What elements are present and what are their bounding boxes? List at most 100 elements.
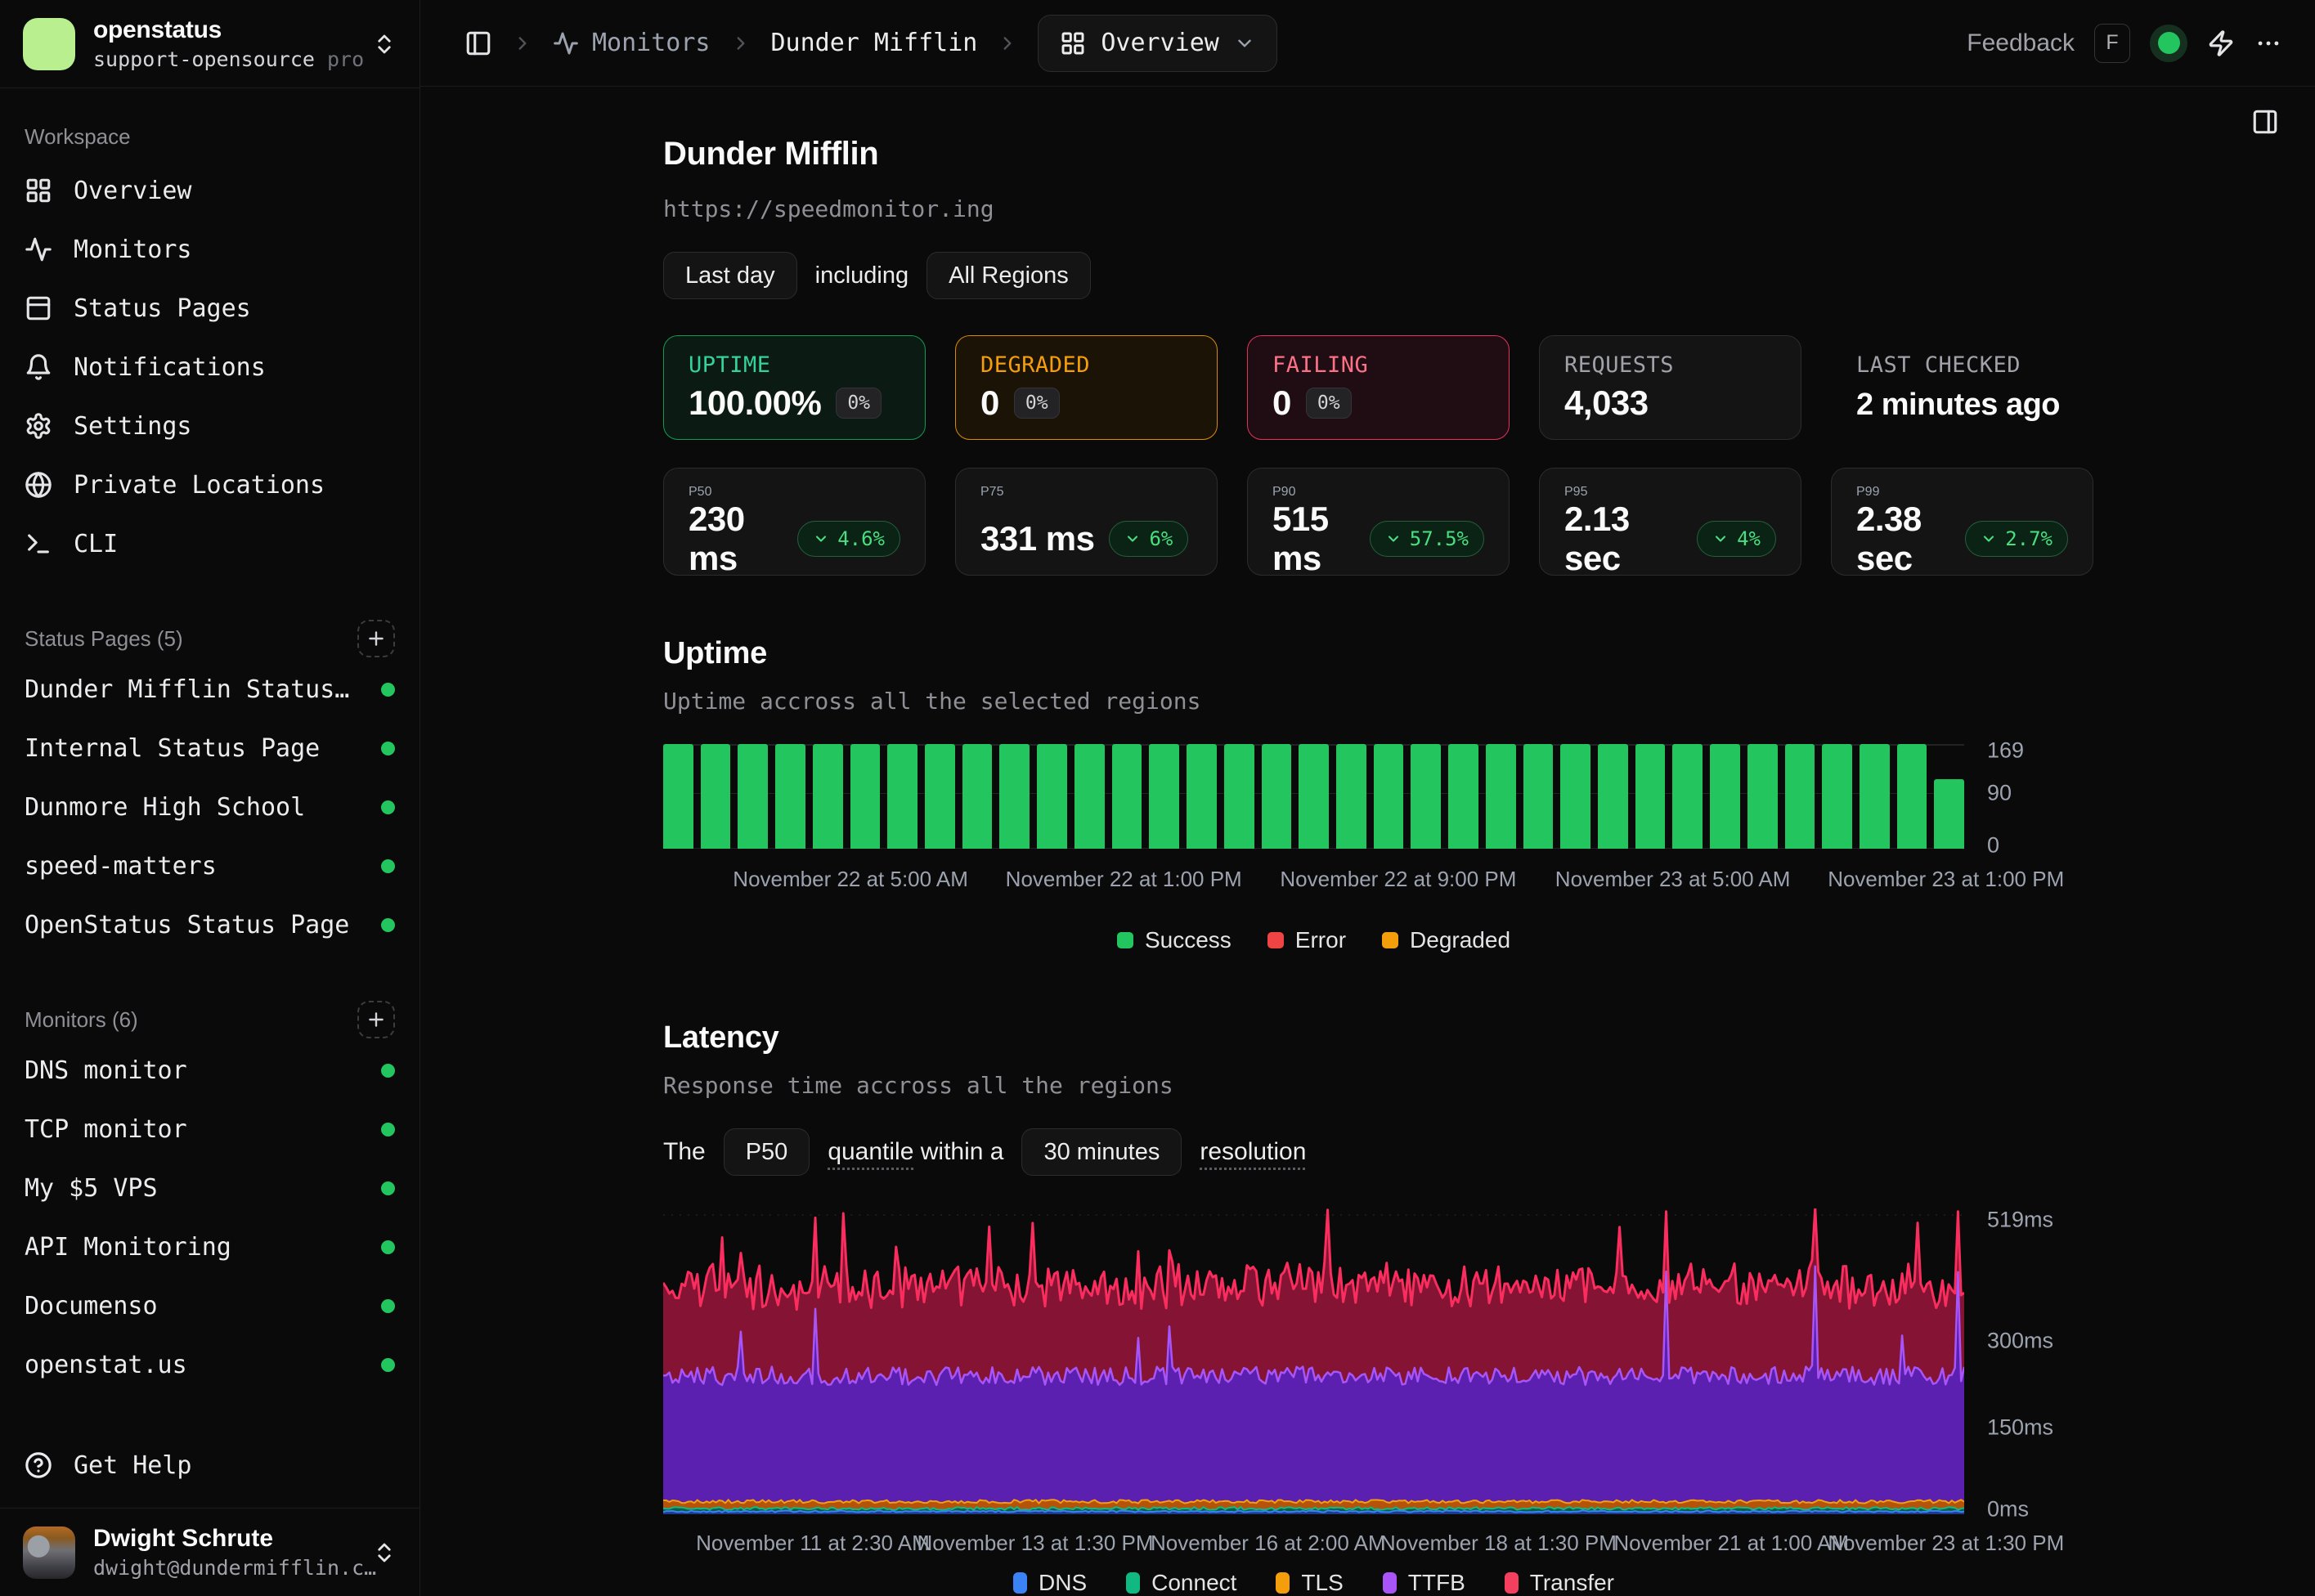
app-root: openstatus support-opensource pro Worksp…: [0, 0, 2315, 1596]
uptime-bar[interactable]: [1149, 744, 1179, 849]
uptime-bar[interactable]: [813, 744, 843, 849]
sidebar-item-overview[interactable]: Overview: [25, 161, 395, 220]
avatar: [23, 1527, 75, 1579]
uptime-bar[interactable]: [1747, 744, 1778, 849]
requests-card[interactable]: REQUESTS 4,033: [1539, 335, 1801, 440]
uptime-bar[interactable]: [925, 744, 955, 849]
uptime-bar[interactable]: [1672, 744, 1703, 849]
list-item[interactable]: TCP monitor: [25, 1100, 395, 1159]
sidebar-item-cli[interactable]: CLI: [25, 514, 395, 573]
sidebar-item-status-pages[interactable]: Status Pages: [25, 279, 395, 338]
regions-filter-button[interactable]: All Regions: [926, 252, 1091, 299]
p90-card[interactable]: P90 515 ms 57.5%: [1247, 468, 1510, 576]
uptime-bar[interactable]: [1448, 744, 1478, 849]
legend-swatch-tls: [1276, 1572, 1290, 1594]
get-help-button[interactable]: Get Help: [0, 1436, 419, 1495]
uptime-bar[interactable]: [1598, 744, 1628, 849]
uptime-bar[interactable]: [1860, 744, 1890, 849]
quantile-select-button[interactable]: P50: [724, 1128, 810, 1176]
uptime-bar[interactable]: [1710, 744, 1740, 849]
uptime-bar[interactable]: [1822, 744, 1852, 849]
uptime-bar[interactable]: [850, 744, 881, 849]
list-item[interactable]: Dunmore High School: [25, 778, 395, 836]
chevron-down-icon: [813, 531, 829, 547]
sidebar-item-label: Overview: [74, 177, 192, 205]
resolution-select-button[interactable]: 30 minutes: [1021, 1128, 1182, 1176]
uptime-bar[interactable]: [663, 744, 693, 849]
uptime-bar[interactable]: [1336, 744, 1366, 849]
uptime-bar[interactable]: [1299, 744, 1329, 849]
list-item[interactable]: openstat.us: [25, 1335, 395, 1394]
list-item[interactable]: OpenStatus Status Page: [25, 895, 395, 954]
panel-right-icon: [2251, 108, 2279, 136]
monitors-section-label: Monitors (6): [25, 1007, 138, 1033]
uptime-bar[interactable]: [1224, 744, 1254, 849]
uptime-bar[interactable]: [1411, 744, 1441, 849]
degraded-card[interactable]: DEGRADED 00%: [955, 335, 1218, 440]
list-item[interactable]: My $5 VPS: [25, 1159, 395, 1217]
list-item[interactable]: speed-matters: [25, 836, 395, 895]
failing-card[interactable]: FAILING 00%: [1247, 335, 1510, 440]
uptime-card[interactable]: UPTIME 100.00%0%: [663, 335, 926, 440]
uptime-bar[interactable]: [1037, 744, 1067, 849]
stats-cards: UPTIME 100.00%0% DEGRADED 00% FAILING 00…: [663, 335, 2093, 440]
workspace-status-indicator[interactable]: [2150, 25, 2187, 62]
percentile-cards: P50 230 ms 4.6% P75 331 ms 6% P90 515 ms…: [663, 468, 2093, 576]
sidebar-toggle-button[interactable]: [464, 29, 492, 57]
uptime-bar[interactable]: [1486, 744, 1516, 849]
uptime-bar[interactable]: [1785, 744, 1815, 849]
p95-card[interactable]: P95 2.13 sec 4%: [1539, 468, 1801, 576]
add-status-page-button[interactable]: [357, 620, 395, 657]
uptime-bar[interactable]: [1374, 744, 1404, 849]
uptime-bar[interactable]: [1075, 744, 1105, 849]
right-panel-toggle-button[interactable]: [2251, 108, 2279, 136]
p99-card[interactable]: P99 2.38 sec 2.7%: [1831, 468, 2093, 576]
monitor-name: Documenso: [25, 1292, 158, 1320]
chevron-down-icon: [1712, 531, 1729, 547]
uptime-bar[interactable]: [1635, 744, 1666, 849]
gear-icon: [25, 412, 52, 440]
sidebar-item-settings[interactable]: Settings: [25, 397, 395, 455]
y-tick: 150ms: [1987, 1415, 2053, 1441]
period-filter-button[interactable]: Last day: [663, 252, 797, 299]
view-selector-button[interactable]: Overview: [1038, 15, 1277, 72]
workspace-switcher[interactable]: openstatus support-opensource pro: [0, 0, 419, 88]
uptime-bar[interactable]: [1560, 744, 1590, 849]
user-menu[interactable]: Dwight Schrute dwight@dundermifflin.c…: [0, 1508, 419, 1596]
workspace-meta: openstatus support-opensource pro: [93, 16, 354, 71]
uptime-bar[interactable]: [1187, 744, 1217, 849]
list-item[interactable]: Documenso: [25, 1276, 395, 1335]
feedback-button[interactable]: Feedback: [1967, 29, 2075, 57]
list-item[interactable]: Internal Status Page: [25, 719, 395, 778]
legend-swatch-success: [1117, 932, 1133, 948]
uptime-bar[interactable]: [701, 744, 731, 849]
sidebar-item-monitors[interactable]: Monitors: [25, 220, 395, 279]
breadcrumb-monitor-name[interactable]: Dunder Mifflin: [771, 29, 978, 57]
sidebar-item-notifications[interactable]: Notifications: [25, 338, 395, 397]
list-item[interactable]: Dunder Mifflin Status …: [25, 660, 395, 719]
p50-card[interactable]: P50 230 ms 4.6%: [663, 468, 926, 576]
uptime-bar[interactable]: [1262, 744, 1292, 849]
chevron-right-icon: [730, 33, 751, 54]
uptime-bar[interactable]: [1934, 779, 1964, 849]
workspace-avatar: [23, 18, 75, 70]
uptime-bar[interactable]: [999, 744, 1030, 849]
sidebar-item-private-locations[interactable]: Private Locations: [25, 455, 395, 514]
uptime-bar[interactable]: [1523, 744, 1554, 849]
list-item[interactable]: API Monitoring: [25, 1217, 395, 1276]
more-options-button[interactable]: [2254, 29, 2282, 57]
uptime-bar[interactable]: [1897, 744, 1927, 849]
list-item[interactable]: DNS monitor: [25, 1041, 395, 1100]
breadcrumb-monitors[interactable]: Monitors: [553, 29, 711, 57]
legend-item: TLS: [1276, 1570, 1343, 1596]
uptime-bar[interactable]: [775, 744, 805, 849]
uptime-bar[interactable]: [962, 744, 993, 849]
trend-badge: 57.5%: [1370, 521, 1484, 557]
uptime-bar[interactable]: [1112, 744, 1142, 849]
grid-icon: [25, 177, 52, 204]
uptime-bar[interactable]: [738, 744, 768, 849]
p75-card[interactable]: P75 331 ms 6%: [955, 468, 1218, 576]
uptime-bar[interactable]: [887, 744, 917, 849]
quick-actions-button[interactable]: [2207, 29, 2235, 57]
add-monitor-button[interactable]: [357, 1001, 395, 1038]
